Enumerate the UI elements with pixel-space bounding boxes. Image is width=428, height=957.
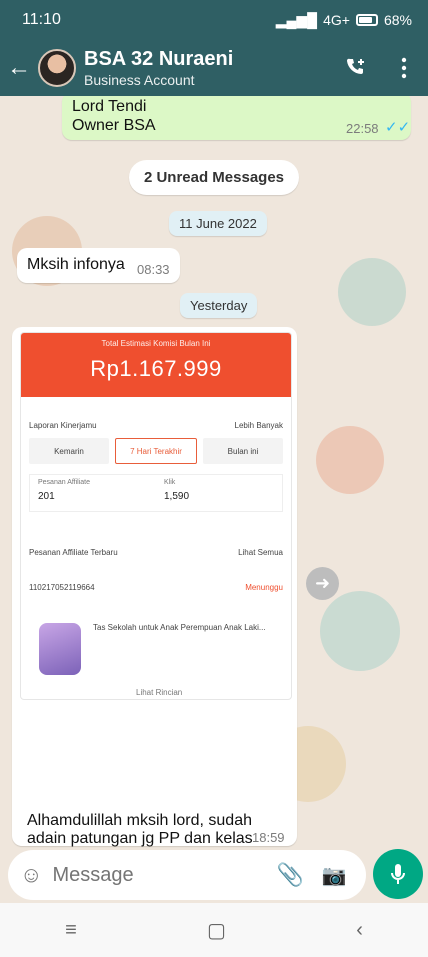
image-attachment[interactable]: Total Estimasi Komisi Bulan Ini Rp1.167.…: [20, 332, 292, 700]
stat-value: 201: [38, 491, 55, 502]
home-icon[interactable]: ▢: [207, 918, 226, 943]
product-name: Tas Sekolah untuk Anak Perempuan Anak La…: [93, 623, 266, 632]
period-tabs: Kemarin 7 Hari Terakhir Bulan ini: [21, 438, 291, 464]
message-input[interactable]: [52, 863, 273, 887]
message-line: Owner BSA: [72, 117, 156, 134]
tab-last-7-days: 7 Hari Terakhir: [115, 438, 197, 464]
signal-icon: ▂▄▆█: [275, 11, 318, 28]
message-field-container[interactable]: ☺ 📎 📷: [8, 850, 366, 900]
message-line: Lord Tendi: [72, 98, 147, 115]
recents-icon[interactable]: ≡: [65, 919, 77, 942]
performance-label: Laporan Kinerjamu: [29, 421, 97, 430]
battery-icon: [355, 14, 378, 26]
add-call-icon[interactable]: [332, 56, 380, 80]
composer: ☺ 📎 📷: [0, 848, 428, 903]
chat-header: ← BSA 32 Nuraeni Business Account: [0, 40, 428, 96]
message-caption: Alhamdulillah mksih lord, sudah adain pa…: [27, 812, 253, 847]
system-nav-bar: ≡ ▢ ‹: [0, 903, 428, 957]
message-time: 18:59: [252, 830, 285, 845]
performance-more: Lebih Banyak: [234, 421, 283, 430]
message-time: 22:58: [346, 121, 379, 136]
tab-this-month: Bulan ini: [203, 438, 283, 464]
chat-area[interactable]: Lord Tendi Owner BSA 22:58 ✓✓ 2 Unread M…: [0, 96, 428, 848]
orders-more: Lihat Semua: [238, 548, 283, 557]
stat-value: 1,590: [164, 491, 190, 502]
attach-icon[interactable]: 📎: [276, 862, 303, 888]
contact-info[interactable]: BSA 32 Nuraeni Business Account: [84, 47, 332, 89]
order-id: 110217052119664: [29, 583, 95, 592]
forward-icon[interactable]: ➜: [306, 567, 339, 600]
date-separator: 11 June 2022: [169, 211, 267, 236]
avatar[interactable]: [38, 49, 76, 87]
performance-row: Laporan Kinerjamu Lebih Banyak: [21, 421, 291, 430]
outgoing-message-top[interactable]: Lord Tendi Owner BSA 22:58 ✓✓: [62, 96, 411, 140]
stat-label: Pesanan Affiliate: [38, 479, 91, 486]
date-separator: Yesterday: [180, 293, 258, 318]
camera-icon[interactable]: 📷: [322, 863, 347, 888]
back-arrow-icon[interactable]: ←: [0, 54, 38, 82]
unread-banner: 2 Unread Messages: [129, 160, 299, 195]
commission-title: Total Estimasi Komisi Bulan Ini: [101, 339, 211, 348]
network-type: 4G+: [323, 12, 350, 28]
tab-yesterday: Kemarin: [29, 438, 109, 464]
product-image: [39, 623, 81, 675]
more-options-icon[interactable]: [380, 57, 428, 79]
details-link: Lihat Rincian: [136, 688, 183, 697]
incoming-message[interactable]: Mksih infonya 08:33: [17, 248, 180, 283]
commission-amount: Rp1.167.999: [90, 356, 222, 381]
wallpaper-pattern: [338, 258, 406, 326]
stat-label: Klik: [164, 479, 176, 486]
contact-name: BSA 32 Nuraeni: [84, 48, 234, 70]
stats-box: Pesanan Affiliate 201 Klik 1,590: [29, 474, 283, 512]
orders-label: Pesanan Affiliate Terbaru: [29, 548, 118, 557]
order-row: 110217052119664 Menunggu: [21, 583, 291, 592]
battery-percent: 68%: [383, 12, 412, 28]
status-time: 11:10: [22, 11, 61, 28]
read-receipt-icon: ✓✓: [385, 119, 411, 136]
emoji-icon[interactable]: ☺: [20, 862, 42, 888]
incoming-image-message[interactable]: Total Estimasi Komisi Bulan Ini Rp1.167.…: [12, 327, 297, 847]
orders-row: Pesanan Affiliate Terbaru Lihat Semua: [21, 548, 291, 557]
mic-icon: [391, 864, 405, 884]
status-icons: ▂▄▆█ 4G+ 68%: [276, 12, 412, 29]
message-text: Mksih infonya: [27, 256, 125, 273]
wallpaper-pattern: [320, 591, 400, 671]
order-status: Menunggu: [245, 583, 283, 592]
message-time: 08:33: [137, 262, 170, 277]
mic-button[interactable]: [373, 849, 423, 899]
commission-banner: Total Estimasi Komisi Bulan Ini Rp1.167.…: [21, 333, 291, 397]
contact-subtitle: Business Account: [84, 72, 195, 88]
back-nav-icon[interactable]: ‹: [356, 919, 363, 942]
wallpaper-pattern: [316, 426, 384, 494]
status-bar: 11:10 ▂▄▆█ 4G+ 68%: [0, 0, 428, 40]
